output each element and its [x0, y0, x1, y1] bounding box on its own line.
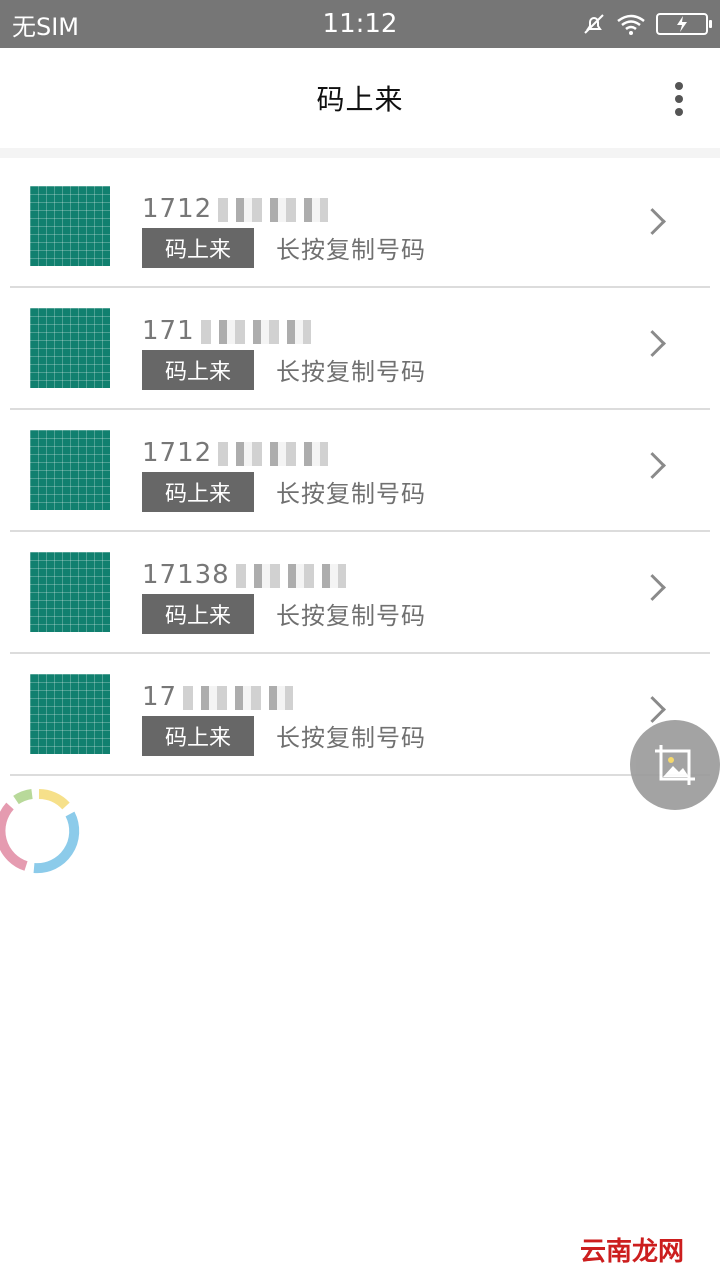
qr-thumbnail	[30, 552, 110, 632]
copy-hint: 长按复制号码	[276, 724, 426, 752]
tag-badge: 码上来	[142, 350, 254, 390]
chevron-right-icon[interactable]	[639, 208, 666, 235]
qr-thumbnail	[30, 308, 110, 388]
phone-number: 171	[142, 316, 311, 346]
loading-spinner-icon	[0, 789, 80, 874]
watermark-logo: 云南龙网	[579, 1237, 684, 1267]
qr-thumbnail	[30, 430, 110, 510]
tag-badge: 码上来	[142, 228, 254, 268]
list-item[interactable]: 17 码上来 长按复制号码	[10, 654, 710, 776]
copy-hint: 长按复制号码	[276, 236, 426, 264]
phone-number: 1712	[142, 194, 329, 224]
qr-thumbnail	[30, 674, 110, 754]
image-crop-icon	[655, 745, 695, 785]
status-icons	[582, 12, 712, 36]
chevron-right-icon[interactable]	[639, 330, 666, 357]
carrier-label: 无SIM	[12, 12, 80, 41]
copy-hint: 长按复制号码	[276, 602, 426, 630]
list-item[interactable]: 1712 码上来 长按复制号码	[10, 166, 710, 288]
mute-icon	[584, 14, 604, 34]
image-crop-button[interactable]	[630, 720, 720, 810]
qr-thumbnail	[30, 186, 110, 266]
tag-badge: 码上来	[142, 594, 254, 634]
list-item[interactable]: 17138 码上来 长按复制号码	[10, 532, 710, 654]
tag-badge: 码上来	[142, 716, 254, 756]
chevron-right-icon[interactable]	[639, 696, 666, 723]
list-item[interactable]: 171 码上来 长按复制号码	[10, 288, 710, 410]
app-bar: 码上来	[0, 48, 720, 148]
number-list: 1712 码上来 长按复制号码 171 码上来 长按复制号码 1712 码上来 …	[10, 166, 710, 776]
page-title: 码上来	[316, 83, 404, 116]
copy-hint: 长按复制号码	[276, 480, 426, 508]
phone-number: 17138	[142, 560, 346, 590]
phone-number: 1712	[142, 438, 329, 468]
wifi-icon	[617, 14, 645, 35]
chevron-right-icon[interactable]	[639, 452, 666, 479]
status-bar: 无SIM 11:12	[0, 0, 720, 48]
phone-number: 17	[142, 682, 294, 712]
battery-charging-icon	[656, 13, 712, 35]
overflow-menu-icon[interactable]	[672, 82, 686, 116]
chevron-right-icon[interactable]	[639, 574, 666, 601]
tag-badge: 码上来	[142, 472, 254, 512]
header-divider	[0, 148, 720, 158]
list-item[interactable]: 1712 码上来 长按复制号码	[10, 410, 710, 532]
copy-hint: 长按复制号码	[276, 358, 426, 386]
